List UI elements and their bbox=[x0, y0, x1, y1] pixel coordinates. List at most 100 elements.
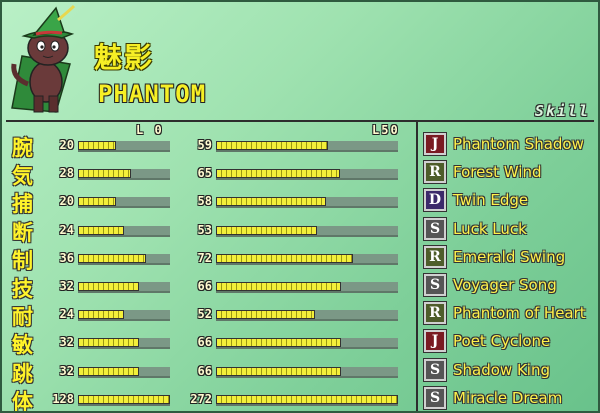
stat-max-bar bbox=[216, 141, 398, 152]
skill-item[interactable]: J Poet Cyclone bbox=[422, 329, 598, 355]
phantom-character-portrait bbox=[11, 4, 76, 113]
stat-base-bar bbox=[78, 366, 170, 378]
stat-base-value: 32 bbox=[59, 279, 74, 293]
stat-base-bar bbox=[78, 282, 170, 293]
stat-base-bar-fill bbox=[78, 141, 116, 150]
stat-kanji: 技 bbox=[12, 277, 33, 301]
stat-max-value: 65 bbox=[197, 166, 212, 181]
stat-kanji: 断 bbox=[12, 220, 33, 245]
stat-max-bar bbox=[216, 169, 398, 181]
skill-type-icon: S bbox=[423, 357, 447, 382]
stat-max-bar-fill bbox=[216, 366, 342, 376]
stat-max-bar bbox=[216, 253, 398, 265]
stat-row: 気 28 65 bbox=[2, 160, 416, 188]
stat-max-bar-fill bbox=[216, 169, 340, 179]
stat-base-value: 24 bbox=[59, 307, 74, 322]
stat-max-value: 53 bbox=[197, 222, 212, 237]
stat-base-bar bbox=[78, 225, 170, 237]
stat-base-value: 36 bbox=[59, 250, 74, 265]
stat-base-bar bbox=[78, 169, 170, 181]
stat-base-bar bbox=[78, 338, 170, 350]
stat-kanji: 跳 bbox=[12, 361, 33, 386]
stat-max-bar bbox=[216, 282, 398, 293]
stat-base-bar bbox=[78, 141, 170, 152]
stat-base-value: 28 bbox=[59, 166, 74, 181]
stat-row: 腕 20 59 bbox=[2, 132, 416, 160]
stat-base-bar-fill bbox=[78, 225, 124, 235]
stat-max-bar-fill bbox=[216, 225, 317, 235]
status-panel: 魅影 PHANTOM Skill L 0 L50 腕 20 59 気 28 65 捕 20 58… bbox=[0, 0, 600, 413]
skill-item[interactable]: J Phantom Shadow bbox=[422, 132, 598, 158]
skill-item[interactable]: D Twin Edge bbox=[422, 188, 598, 214]
stat-base-bar bbox=[78, 310, 170, 322]
stat-max-value: 272 bbox=[190, 391, 212, 406]
skill-item[interactable]: S Shadow King bbox=[422, 357, 598, 384]
stat-max-bar-fill bbox=[216, 197, 327, 207]
stat-base-value: 128 bbox=[52, 391, 74, 406]
stat-max-bar bbox=[216, 310, 398, 322]
stat-row: 体 128 272 bbox=[2, 386, 416, 413]
skill-name: Luck Luck bbox=[453, 219, 527, 238]
skill-type-icon: S bbox=[423, 385, 447, 410]
stat-kanji: 制 bbox=[12, 248, 33, 273]
skill-item[interactable]: S Voyager Song bbox=[422, 273, 598, 299]
stat-max-bar-fill bbox=[216, 282, 342, 291]
skill-name: Phantom Shadow bbox=[453, 135, 584, 153]
stat-row: 制 36 72 bbox=[2, 245, 416, 273]
skill-name: Phantom of Heart bbox=[453, 304, 586, 323]
stat-max-bar bbox=[216, 394, 398, 406]
stat-kanji: 体 bbox=[12, 389, 33, 413]
stat-kanji: 敏 bbox=[12, 333, 33, 358]
skill-name: Forest Wind bbox=[453, 163, 542, 182]
skill-name: Voyager Song bbox=[453, 276, 557, 294]
stat-row: 敏 32 66 bbox=[2, 329, 416, 357]
stat-max-value: 66 bbox=[197, 279, 212, 293]
skill-item[interactable]: S Miracle Dream bbox=[422, 385, 598, 411]
stat-base-bar-fill bbox=[78, 169, 132, 179]
stat-max-bar-fill bbox=[216, 141, 329, 150]
stat-base-bar bbox=[78, 394, 170, 406]
stat-kanji: 腕 bbox=[12, 136, 33, 160]
divider-horizontal bbox=[6, 120, 594, 122]
stat-max-bar-fill bbox=[216, 338, 342, 348]
character-name-english: PHANTOM bbox=[98, 80, 207, 108]
skill-item[interactable]: R Forest Wind bbox=[422, 160, 598, 186]
stat-base-bar-fill bbox=[78, 394, 170, 404]
stat-base-value: 32 bbox=[59, 335, 74, 350]
stat-max-bar bbox=[216, 225, 398, 237]
skill-name: Poet Cyclone bbox=[453, 332, 551, 351]
skill-item[interactable]: R Phantom of Heart bbox=[422, 301, 598, 327]
skill-name: Twin Edge bbox=[453, 191, 529, 210]
stat-row: 耐 24 52 bbox=[2, 301, 416, 329]
stat-row: 捕 20 58 bbox=[2, 188, 416, 216]
skill-header: Skill bbox=[534, 102, 590, 120]
skill-name: Shadow King bbox=[453, 360, 550, 379]
skill-type-icon: J bbox=[423, 132, 447, 156]
stat-max-bar bbox=[216, 366, 398, 378]
stat-kanji: 捕 bbox=[12, 192, 33, 217]
stat-base-bar bbox=[78, 253, 170, 265]
stat-max-value: 66 bbox=[197, 335, 212, 350]
stat-max-bar-fill bbox=[216, 253, 353, 263]
skill-item[interactable]: S Luck Luck bbox=[422, 216, 598, 243]
skill-type-icon: D bbox=[423, 188, 447, 213]
skill-type-icon: J bbox=[423, 329, 447, 354]
stat-row: 技 32 66 bbox=[2, 273, 416, 301]
divider-vertical bbox=[416, 122, 418, 411]
stat-max-bar-fill bbox=[216, 310, 315, 320]
stat-base-value: 24 bbox=[59, 222, 74, 237]
stat-base-bar-fill bbox=[78, 366, 139, 376]
stat-max-value: 59 bbox=[197, 138, 212, 152]
stat-max-bar-fill bbox=[216, 394, 398, 404]
stat-base-value: 32 bbox=[59, 363, 74, 378]
stat-base-value: 20 bbox=[59, 138, 74, 152]
stat-kanji: 気 bbox=[12, 164, 33, 189]
stat-base-bar-fill bbox=[78, 310, 124, 320]
skill-name: Miracle Dream bbox=[453, 388, 563, 407]
skill-item[interactable]: R Emerald Swing bbox=[422, 244, 598, 271]
stat-base-bar bbox=[78, 197, 170, 209]
stat-base-bar-fill bbox=[78, 338, 139, 348]
stat-max-bar bbox=[216, 338, 398, 350]
stat-base-bar-fill bbox=[78, 253, 147, 263]
stat-row: 跳 32 66 bbox=[2, 358, 416, 386]
